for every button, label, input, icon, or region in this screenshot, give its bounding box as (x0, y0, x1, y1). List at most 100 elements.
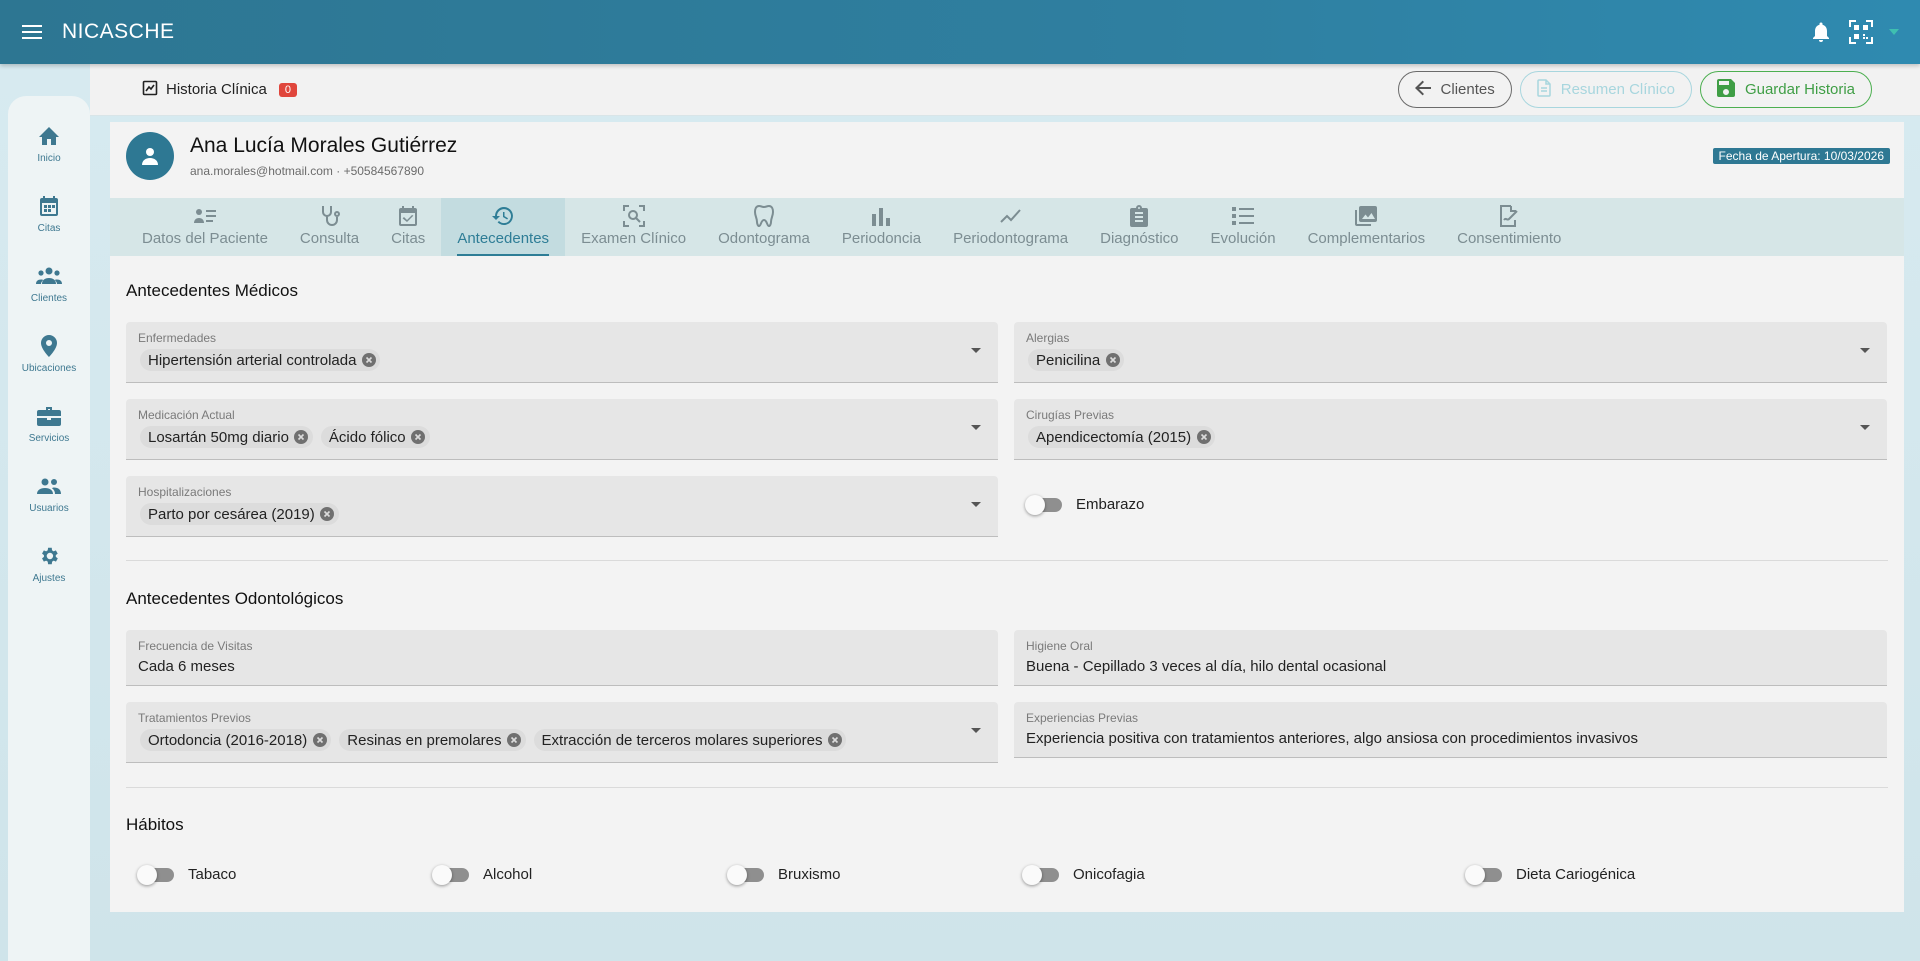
chip[interactable]: Losartán 50mg diario (140, 426, 313, 448)
chip[interactable]: Penicilina (1028, 349, 1125, 371)
tab-evolucion[interactable]: Evolución (1195, 198, 1292, 256)
medicacion-select[interactable]: Medicación Actual Losartán 50mg diario Á… (126, 399, 998, 460)
divider (126, 787, 1888, 788)
dropdown-arrow-icon[interactable] (1859, 344, 1871, 356)
trend-icon (999, 204, 1023, 228)
embarazo-toggle[interactable]: Embarazo (1025, 494, 1144, 515)
sidebar-item-ajustes[interactable]: Ajustes (8, 542, 90, 612)
clientes-back-button[interactable]: Clientes (1397, 71, 1512, 108)
chevron-down-icon[interactable] (1888, 19, 1900, 45)
chip-remove-icon[interactable] (827, 733, 842, 748)
chip-remove-icon[interactable] (1196, 430, 1211, 445)
dropdown-arrow-icon[interactable] (970, 498, 982, 510)
enfermedades-select[interactable]: Enfermedades Hipertensión arterial contr… (126, 322, 998, 383)
opening-date-badge: Fecha de Apertura: 10/03/2026 (1712, 148, 1890, 164)
tabaco-toggle[interactable]: Tabaco (137, 864, 236, 885)
section-title-habitos: Hábitos (126, 815, 184, 834)
toggle-switch[interactable] (727, 864, 764, 885)
chip-remove-icon[interactable] (507, 733, 522, 748)
patient-header: Ana Lucía Morales Gutiérrez ana.morales@… (126, 132, 457, 180)
guardar-historia-button[interactable]: Guardar Historia (1699, 71, 1872, 108)
toggle-switch[interactable] (137, 864, 174, 885)
chip[interactable]: Apendicectomía (2015) (1028, 426, 1216, 448)
qr-code-icon[interactable] (1848, 19, 1874, 45)
higiene-oral-field[interactable]: Higiene Oral Buena - Cepillado 3 veces a… (1014, 630, 1887, 686)
sidebar-item-ubicaciones[interactable]: Ubicaciones (8, 332, 90, 402)
cirugias-select[interactable]: Cirugías Previas Apendicectomía (2015) (1014, 399, 1887, 460)
bell-icon[interactable] (1808, 19, 1834, 45)
chip[interactable]: Extracción de terceros molares superiore… (533, 729, 847, 751)
chip[interactable]: Ortodoncia (2016-2018) (140, 729, 332, 751)
chip-remove-icon[interactable] (320, 507, 335, 522)
save-icon (1716, 78, 1735, 101)
toggle-switch[interactable] (432, 864, 469, 885)
sidebar: Inicio Citas Clientes Ubicaciones Servic… (8, 96, 90, 961)
resumen-clinico-button[interactable]: Resumen Clínico (1519, 71, 1692, 108)
tab-antecedentes[interactable]: Antecedentes (441, 198, 566, 256)
alcohol-toggle[interactable]: Alcohol (432, 864, 532, 885)
clinical-history-card: Ana Lucía Morales Gutiérrez ana.morales@… (110, 122, 1904, 912)
section-title-odonto: Antecedentes Odontológicos (126, 589, 344, 608)
chip[interactable]: Resinas en premolares (339, 729, 526, 751)
tab-periodontograma[interactable]: Periodontograma (937, 198, 1084, 256)
chip-remove-icon[interactable] (361, 353, 376, 368)
chip[interactable]: Parto por cesárea (2019) (140, 503, 339, 525)
onicofagia-toggle[interactable]: Onicofagia (1022, 864, 1145, 885)
tab-datos-paciente[interactable]: Datos del Paciente (126, 198, 284, 256)
tratamientos-previos-select[interactable]: Tratamientos Previos Ortodoncia (2016-20… (126, 702, 998, 763)
sidebar-item-label: Inicio (37, 153, 61, 164)
chip-remove-icon[interactable] (312, 733, 327, 748)
stethoscope-icon (318, 204, 342, 228)
tab-citas[interactable]: Citas (375, 198, 441, 256)
tab-consulta[interactable]: Consulta (284, 198, 375, 256)
experiencias-previas-field[interactable]: Experiencias Previas Experiencia positiv… (1014, 702, 1887, 758)
sidebar-item-label: Citas (37, 223, 61, 234)
history-chart-icon (142, 80, 158, 100)
alergias-select[interactable]: Alergias Penicilina (1014, 322, 1887, 383)
scan-icon (622, 204, 646, 228)
chip-remove-icon[interactable] (294, 430, 309, 445)
history-icon (491, 204, 515, 228)
tab-periodoncia[interactable]: Periodoncia (826, 198, 937, 256)
sidebar-item-label: Clientes (30, 293, 68, 304)
sidebar-item-citas[interactable]: Citas (8, 192, 90, 262)
sidebar-item-label: Ajustes (32, 573, 66, 584)
chip-remove-icon[interactable] (411, 430, 426, 445)
dropdown-arrow-icon[interactable] (1859, 421, 1871, 433)
sidebar-item-label: Ubicaciones (21, 363, 77, 374)
page-title: Historia Clínica 0 (142, 80, 297, 100)
patient-contact: ana.morales@hotmail.com · +50584567890 (190, 164, 424, 178)
sidebar-item-label: Usuarios (29, 503, 69, 514)
tab-diagnostico[interactable]: Diagnóstico (1084, 198, 1194, 256)
bruxismo-toggle[interactable]: Bruxismo (727, 864, 841, 885)
chip[interactable]: Ácido fólico (320, 426, 430, 448)
tab-examen-clinico[interactable]: Examen Clínico (565, 198, 702, 256)
hospitalizaciones-select[interactable]: Hospitalizaciones Parto por cesárea (201… (126, 476, 998, 537)
dropdown-arrow-icon[interactable] (970, 724, 982, 736)
arrow-left-icon (1414, 80, 1431, 100)
tab-odontograma[interactable]: Odontograma (702, 198, 826, 256)
sidebar-item-servicios[interactable]: Servicios (8, 402, 90, 472)
list-numbered-icon (1231, 204, 1255, 228)
tab-complementarios[interactable]: Complementarios (1292, 198, 1442, 256)
dropdown-arrow-icon[interactable] (970, 421, 982, 433)
tooth-icon (752, 204, 776, 228)
users-icon (35, 472, 63, 500)
toggle-switch[interactable] (1022, 864, 1059, 885)
avatar (126, 132, 174, 180)
gear-icon (35, 542, 63, 570)
document-icon (1536, 78, 1551, 101)
sidebar-item-inicio[interactable]: Inicio (8, 122, 90, 192)
frecuencia-visitas-field[interactable]: Frecuencia de Visitas Cada 6 meses (126, 630, 998, 686)
toggle-switch[interactable] (1465, 864, 1502, 885)
dieta-cariogenica-toggle[interactable]: Dieta Cariogénica (1465, 864, 1635, 885)
tab-consentimiento[interactable]: Consentimiento (1441, 198, 1577, 256)
sidebar-item-clientes[interactable]: Clientes (8, 262, 90, 332)
menu-icon[interactable] (20, 20, 44, 44)
divider (126, 560, 1888, 561)
sidebar-item-usuarios[interactable]: Usuarios (8, 472, 90, 542)
toggle-switch[interactable] (1025, 494, 1062, 515)
chip[interactable]: Hipertensión arterial controlada (140, 349, 381, 371)
dropdown-arrow-icon[interactable] (970, 344, 982, 356)
chip-remove-icon[interactable] (1105, 353, 1120, 368)
